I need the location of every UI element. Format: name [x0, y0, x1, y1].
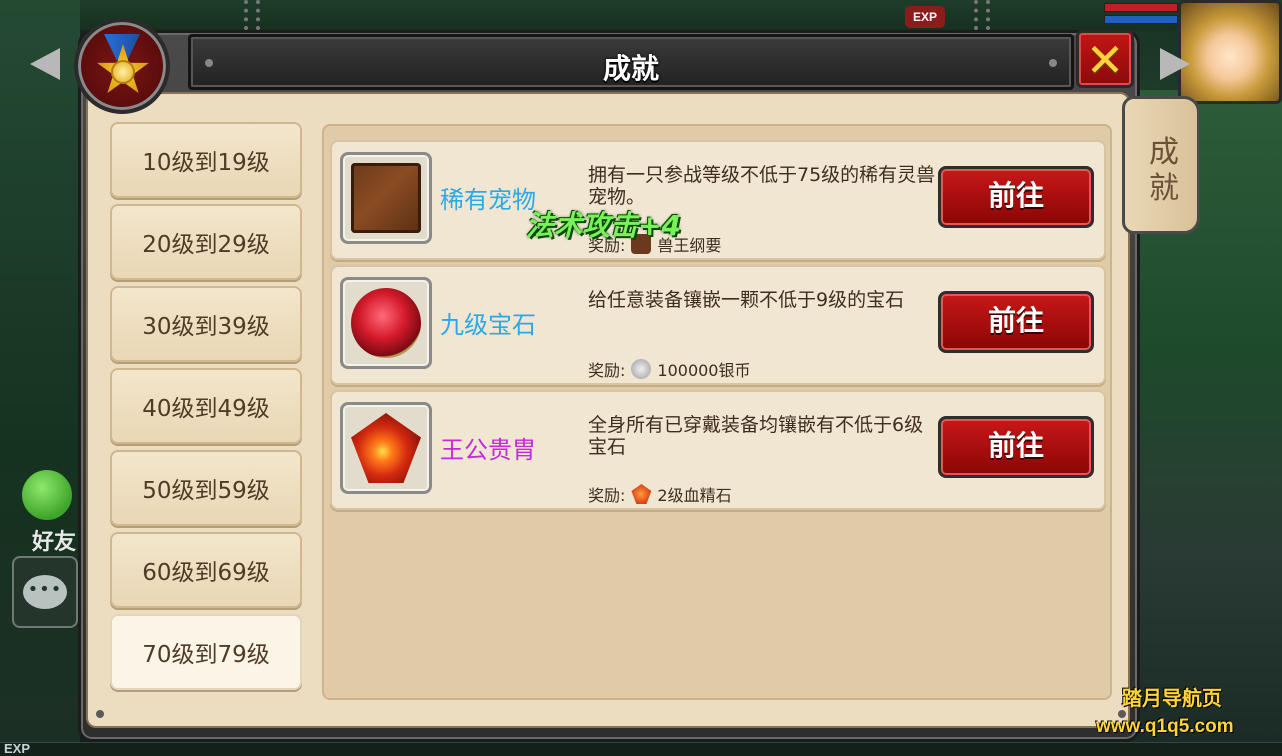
friends-label: 好友	[32, 530, 77, 555]
close-button[interactable]: ✕	[1076, 30, 1134, 88]
achievement-card: 九级宝石 给任意装备镶嵌一颗不低于9级的宝石 奖励: 100000银币 前往	[330, 265, 1106, 385]
header-arrow-right-icon	[1160, 48, 1190, 80]
silver-coin-icon	[631, 359, 652, 379]
reward-value: 100000银币	[657, 361, 751, 380]
hero-status-bars	[1104, 3, 1178, 33]
tab-achievement[interactable]: 成就	[1122, 96, 1200, 234]
floating-stat-text: 法术攻击+4	[526, 209, 681, 242]
achievement-card: 稀有宠物 拥有一只参战等级不低于75级的稀有灵兽宠物。 奖励: 兽王纲要 前往	[330, 140, 1106, 260]
achievement-card: 王公贵胄 全身所有已穿戴装备均镶嵌有不低于6级宝石 奖励: 2级血精石 前往	[330, 390, 1106, 510]
mp-bar	[1104, 15, 1178, 24]
level-range-item-selected[interactable]: 70级到79级	[110, 614, 302, 690]
chain-decoration	[974, 0, 990, 30]
achievement-name: 九级宝石	[440, 311, 536, 339]
background-left	[0, 0, 80, 756]
go-button[interactable]: 前往	[938, 291, 1094, 353]
exp-progress-bar	[0, 742, 1282, 756]
chain-decoration	[244, 0, 260, 30]
achievement-description: 拥有一只参战等级不低于75级的稀有灵兽宠物。	[588, 164, 936, 208]
dialog-header: 成就	[188, 34, 1074, 90]
header-arrow-left-icon	[30, 48, 60, 80]
achievement-description: 全身所有已穿戴装备均镶嵌有不低于6级宝石	[588, 414, 924, 458]
achievement-icon-frame	[340, 152, 432, 244]
blood-crystal-icon	[631, 484, 652, 504]
level-range-item[interactable]: 50级到59级	[110, 450, 302, 526]
chat-button[interactable]	[12, 556, 78, 628]
level-range-item[interactable]: 30级到39级	[110, 286, 302, 362]
reward-prefix: 奖励:	[588, 361, 626, 380]
tab-achievement-label: 成就	[1149, 135, 1179, 206]
go-button[interactable]: 前往	[938, 416, 1094, 478]
close-icon: ✕	[1085, 33, 1125, 87]
book-icon	[351, 163, 421, 233]
level-range-item[interactable]: 10级到19级	[110, 122, 302, 198]
achievement-icon-frame	[340, 402, 432, 494]
chat-bubble-icon	[23, 575, 67, 609]
reward-prefix: 奖励:	[588, 486, 626, 505]
achievement-reward: 奖励: 2级血精石	[588, 482, 732, 506]
blood-crystal-icon	[351, 413, 421, 483]
achievement-medal-icon	[74, 18, 170, 114]
top-hud-bar	[0, 0, 1282, 30]
hp-bar	[1104, 3, 1178, 12]
exp-label: EXP	[4, 741, 31, 756]
go-button[interactable]: 前往	[938, 166, 1094, 228]
dialog-title: 成就	[602, 52, 659, 85]
exp-badge: EXP	[905, 6, 945, 28]
achievement-reward: 奖励: 100000银币	[588, 357, 751, 381]
achievement-icon-frame	[340, 277, 432, 369]
level-range-list: 10级到19级 20级到29级 30级到39级 40级到49级 50级到59级 …	[104, 122, 310, 718]
red-gem-ring-icon	[351, 288, 421, 358]
level-range-item[interactable]: 60级到69级	[110, 532, 302, 608]
level-range-item[interactable]: 40级到49级	[110, 368, 302, 444]
achievement-name: 稀有宠物	[440, 186, 536, 214]
friends-button[interactable]: 好友	[10, 470, 80, 555]
level-range-item[interactable]: 20级到29级	[110, 204, 302, 280]
achievement-description: 给任意装备镶嵌一颗不低于9级的宝石	[588, 289, 905, 311]
friend-face-icon	[22, 470, 72, 520]
watermark-title: 踏月导航页	[1122, 686, 1222, 710]
rivet-icon	[96, 710, 104, 718]
hero-portrait[interactable]	[1178, 0, 1282, 104]
watermark-url: www.q1q5.com	[1096, 716, 1234, 737]
achievement-name: 王公贵胄	[440, 436, 536, 464]
reward-value: 2级血精石	[657, 486, 732, 505]
